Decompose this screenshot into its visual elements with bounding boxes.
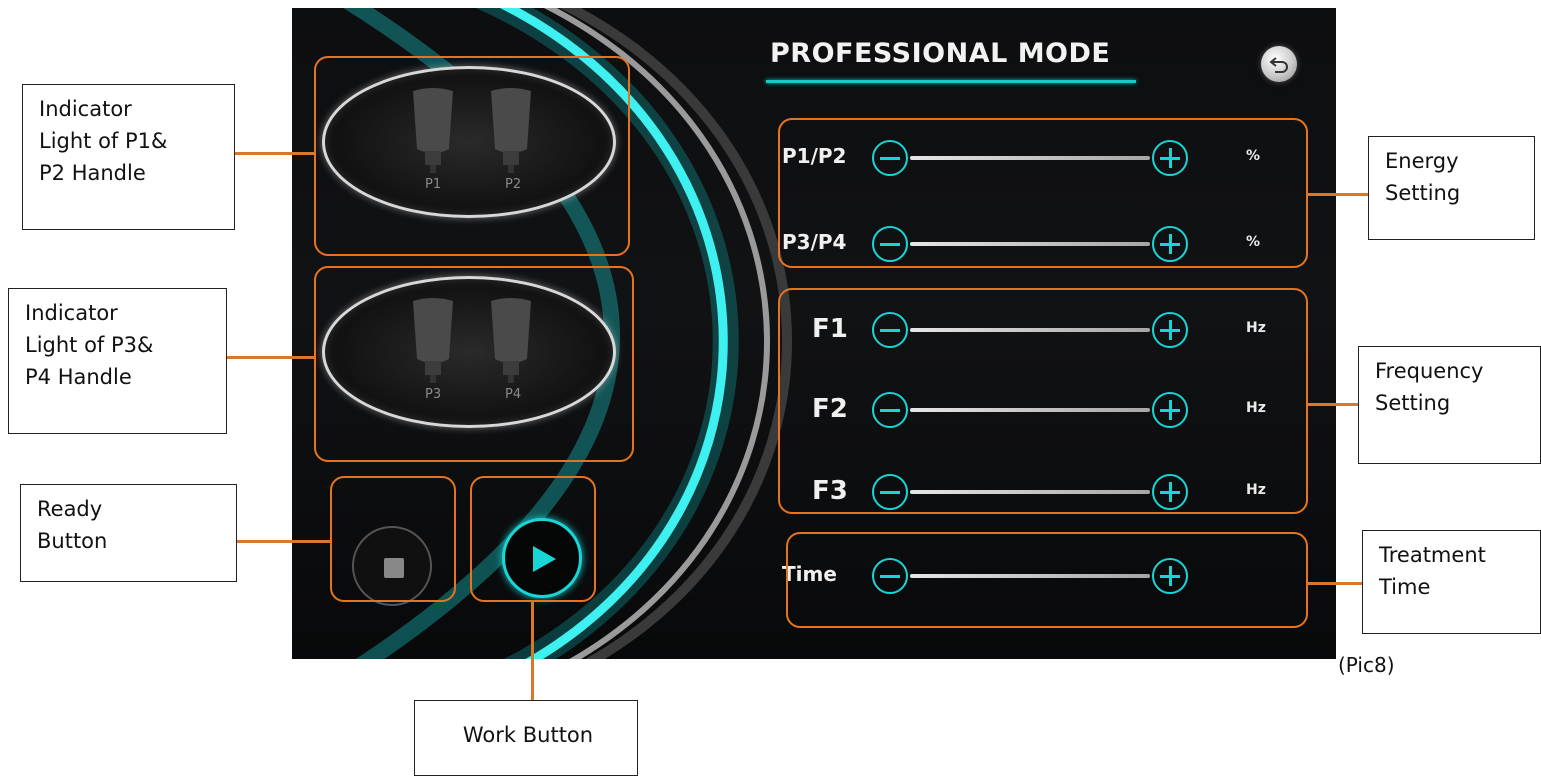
annotation-text: Button: [37, 529, 108, 553]
leader-line: [227, 356, 315, 359]
back-button[interactable]: [1261, 46, 1297, 82]
annotation-energy-setting: Energy Setting: [1368, 136, 1535, 240]
callout-ready-button: [330, 476, 456, 602]
annotation-treatment-time: Treatment Time: [1362, 530, 1541, 634]
annotation-text: Light of P1&: [39, 129, 168, 153]
page-title: PROFESSIONAL MODE: [770, 38, 1111, 69]
annotation-text: Light of P3&: [25, 333, 154, 357]
leader-line: [531, 601, 534, 701]
annotation-text: Ready: [37, 497, 103, 521]
title-underline: [766, 80, 1136, 83]
back-arrow-icon: [1269, 57, 1288, 73]
callout-p1p2-indicator: [314, 56, 630, 256]
leader-line: [1307, 582, 1363, 585]
annotation-text: Time: [1379, 575, 1431, 599]
annotation-indicator-p3p4: Indicator Light of P3& P4 Handle: [8, 288, 227, 434]
leader-line: [1307, 193, 1369, 196]
annotation-text: P2 Handle: [39, 161, 146, 185]
callout-energy-setting: [778, 118, 1308, 268]
callout-work-button: [470, 476, 596, 602]
leader-line: [1307, 403, 1359, 406]
leader-line: [237, 540, 331, 543]
figure-caption: (Pic8): [1338, 653, 1395, 677]
callout-p3p4-indicator: [314, 266, 634, 462]
annotation-text: Setting: [1375, 391, 1451, 415]
callout-frequency-setting: [778, 288, 1308, 514]
annotation-work-button: Work Button: [414, 700, 638, 776]
annotation-text: Setting: [1385, 181, 1461, 205]
annotation-ready-button: Ready Button: [20, 484, 237, 582]
annotation-text: Work Button: [462, 723, 594, 747]
annotation-text: Indicator: [25, 301, 118, 325]
annotation-text: Energy: [1385, 149, 1459, 173]
leader-line: [235, 152, 315, 155]
annotation-text: Indicator: [39, 97, 132, 121]
annotation-frequency-setting: Frequency Setting: [1358, 346, 1541, 464]
annotation-indicator-p1p2: Indicator Light of P1& P2 Handle: [22, 84, 235, 230]
annotation-text: P4 Handle: [25, 365, 132, 389]
annotation-text: Frequency: [1375, 359, 1484, 383]
callout-treatment-time: [786, 532, 1308, 628]
annotation-text: Treatment: [1379, 543, 1486, 567]
